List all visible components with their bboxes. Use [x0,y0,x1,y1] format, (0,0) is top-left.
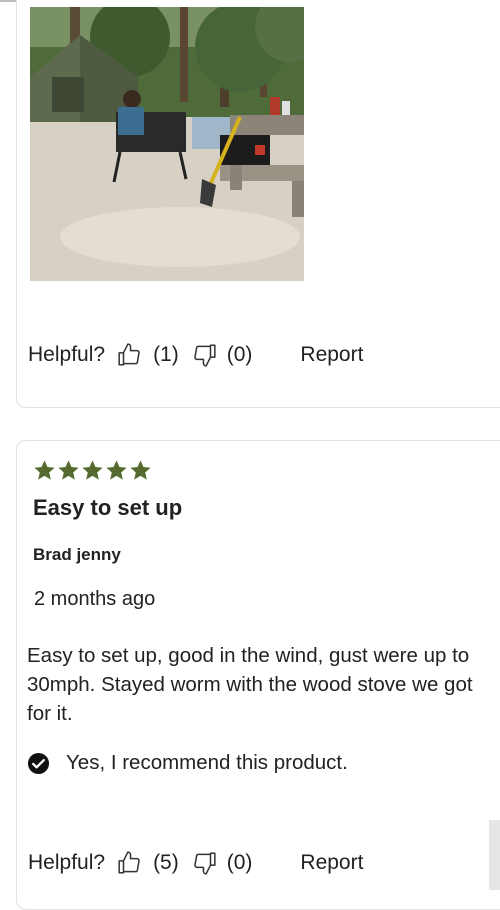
helpful-label: Helpful? [28,851,106,874]
downvote-count: (0) [226,343,253,366]
review-author: Brad jenny [33,545,121,564]
review-card: Easy to set up Brad jenny 2 months ago E… [16,440,500,910]
review-card: Helpful? (1) (0) Report [16,0,500,408]
review-body: Easy to set up, good in the wind, gust w… [27,644,473,725]
helpful-label: Helpful? [28,343,106,366]
helpful-row: Helpful? (5) (0) Report [28,848,363,878]
camping-photo-image [30,7,304,281]
review-title: Easy to set up [33,495,183,520]
downvote-count: (0) [226,851,253,874]
thumbs-down-icon[interactable] [191,850,217,876]
thumbs-up-icon[interactable] [117,850,143,876]
star-icon [130,460,151,480]
check-circle-icon [27,752,50,774]
star-icon [34,460,55,480]
recommend-text: Yes, I recommend this product. [66,751,348,774]
star-icon [58,460,79,480]
thumbs-down-icon[interactable] [191,342,217,368]
star-icon [82,460,103,480]
star-icon [106,460,127,480]
upvote-count: (1) [153,343,179,366]
helpful-row: Helpful? (1) (0) Report [28,340,363,370]
report-link[interactable]: Report [300,343,363,367]
upvote-count: (5) [153,851,179,874]
review-photo[interactable] [30,7,304,281]
thumbs-up-icon[interactable] [117,342,143,368]
scrollbar[interactable] [489,820,500,890]
star-rating [33,459,152,482]
review-date: 2 months ago [34,588,156,610]
report-link[interactable]: Report [300,851,363,875]
recommend-row: Yes, I recommend this product. [27,751,348,775]
